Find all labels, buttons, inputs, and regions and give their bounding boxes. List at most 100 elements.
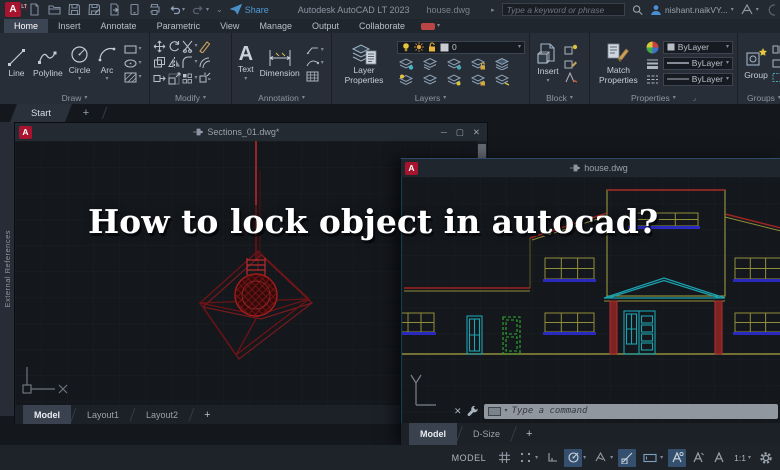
- redo-caret-icon[interactable]: ▾: [206, 7, 209, 13]
- offset-icon[interactable]: [198, 56, 211, 69]
- annotation-panel-label[interactable]: Annotation ▾: [232, 91, 331, 104]
- layer-walk-icon[interactable]: [495, 73, 510, 86]
- layer-make-current-icon[interactable]: [399, 74, 414, 86]
- explode-icon[interactable]: [198, 72, 211, 85]
- command-close-icon[interactable]: ✕: [454, 406, 462, 417]
- print-icon[interactable]: [148, 3, 161, 16]
- open-folder-icon[interactable]: [48, 3, 61, 16]
- new-drawing-tab-button[interactable]: +: [72, 104, 100, 122]
- pin-icon[interactable]: [570, 164, 581, 172]
- ellipse-tool[interactable]: ▾: [123, 58, 142, 69]
- search-input[interactable]: [501, 3, 625, 16]
- hatch-tool[interactable]: ▾: [124, 72, 142, 83]
- tab-view[interactable]: View: [210, 19, 249, 33]
- search-icon[interactable]: [632, 4, 643, 16]
- house-window-menu-badge[interactable]: A: [405, 161, 418, 175]
- sections-window-titlebar[interactable]: A Sections_01.dwg* ─ ▢ ✕: [15, 123, 487, 141]
- ribbon-display-toggle[interactable]: ▾: [421, 22, 440, 30]
- house-tab-model[interactable]: Model: [409, 423, 457, 445]
- ungroup-icon[interactable]: [772, 44, 780, 55]
- tab-start[interactable]: Start: [10, 104, 72, 122]
- sections-tab-layout2[interactable]: Layout2: [135, 405, 189, 424]
- insert-block-tool[interactable]: Insert ▾: [536, 42, 560, 84]
- sections-tab-model[interactable]: Model: [23, 405, 71, 424]
- properties-dialog-launcher-icon[interactable]: ⌟: [693, 94, 696, 102]
- ortho-toggle[interactable]: [543, 449, 561, 467]
- object-color-dropdown[interactable]: ByLayer ▾: [662, 40, 733, 54]
- tab-home[interactable]: Home: [4, 19, 49, 33]
- undo-caret-icon[interactable]: ▾: [182, 7, 185, 13]
- command-recent-caret-icon[interactable]: ▾: [505, 408, 508, 414]
- undo-icon[interactable]: [168, 3, 181, 16]
- export-icon[interactable]: [108, 3, 121, 16]
- command-customize-wrench-icon[interactable]: [467, 405, 479, 417]
- lineweight-icon[interactable]: [646, 58, 659, 69]
- groups-panel-label[interactable]: Groups ▾: [738, 91, 780, 104]
- house-tab-dsize[interactable]: D-Size: [462, 423, 511, 445]
- tab-insert[interactable]: Insert: [48, 19, 91, 33]
- mobile-doc-icon[interactable]: [128, 3, 141, 16]
- layer-thaw-sun-icon[interactable]: [414, 42, 424, 52]
- tab-manage[interactable]: Manage: [249, 19, 302, 33]
- properties-panel-label[interactable]: Properties ▾ ⌟: [590, 91, 737, 104]
- trim-tool[interactable]: ▾: [182, 40, 198, 53]
- array-tool[interactable]: ▾: [182, 72, 198, 85]
- user-account-button[interactable]: nishant.naikVY... ▾: [650, 4, 734, 16]
- dynamic-input-toggle[interactable]: ▾: [641, 449, 663, 467]
- erase-icon[interactable]: [198, 40, 211, 53]
- layer-on-bulb-icon[interactable]: [401, 42, 411, 52]
- external-references-palette-tab[interactable]: External References: [0, 122, 14, 416]
- linetype-dropdown[interactable]: ByLayer ▾: [662, 72, 733, 86]
- color-wheel-icon[interactable]: [646, 41, 659, 54]
- lineweight-dropdown[interactable]: ByLayer ▾: [662, 56, 733, 70]
- new-file-icon[interactable]: [28, 3, 41, 16]
- minimize-button[interactable]: ─: [441, 127, 447, 137]
- save-icon[interactable]: [68, 3, 81, 16]
- draw-panel-label[interactable]: Draw ▾: [0, 91, 149, 104]
- annotation-scale-button[interactable]: [710, 449, 728, 467]
- text-tool[interactable]: A Text ▾: [238, 44, 254, 81]
- save-as-icon[interactable]: [88, 3, 101, 16]
- linetype-icon[interactable]: [646, 74, 659, 85]
- layer-properties-tool[interactable]: Layer Properties: [338, 41, 390, 85]
- mirror-icon[interactable]: [168, 56, 181, 69]
- layer-lock-icon[interactable]: [471, 57, 486, 70]
- line-tool[interactable]: Line: [6, 47, 27, 78]
- house-new-layout-button[interactable]: +: [516, 423, 542, 445]
- table-tool[interactable]: [306, 71, 324, 82]
- isodraft-toggle[interactable]: ▾: [591, 449, 613, 467]
- snap-toggle[interactable]: ▾: [516, 449, 538, 467]
- close-button[interactable]: ✕: [473, 127, 480, 138]
- leader-tool[interactable]: ▾: [306, 45, 324, 55]
- layer-off-icon[interactable]: [447, 73, 462, 86]
- help-icon[interactable]: [766, 3, 775, 17]
- layer-unisolate-icon[interactable]: [423, 57, 438, 70]
- model-space-indicator[interactable]: MODEL: [452, 453, 487, 463]
- tab-output[interactable]: Output: [302, 19, 349, 33]
- layer-dropdown[interactable]: 0 ▾: [397, 40, 525, 54]
- match-properties-tool[interactable]: Match Properties: [596, 41, 641, 85]
- move-icon[interactable]: [153, 40, 166, 53]
- modify-panel-label[interactable]: Modify ▾: [150, 91, 231, 104]
- group-edit-icon[interactable]: [772, 58, 780, 69]
- qat-customize-icon[interactable]: ⌄: [216, 5, 223, 14]
- layer-unlock-icon[interactable]: [427, 42, 437, 52]
- multileader-tool[interactable]: ▾: [306, 58, 324, 68]
- scale-icon[interactable]: [168, 72, 181, 85]
- maximize-button[interactable]: ▢: [456, 127, 464, 138]
- annotation-autoscale-toggle[interactable]: [689, 449, 707, 467]
- copy-icon[interactable]: [153, 56, 166, 69]
- layer-isolate-icon[interactable]: [399, 57, 414, 70]
- customization-button[interactable]: [757, 449, 775, 467]
- edit-block-icon[interactable]: [564, 58, 578, 69]
- search-category-arrow-icon[interactable]: ▸: [491, 6, 495, 14]
- redo-icon[interactable]: [192, 3, 205, 16]
- block-attribute-icon[interactable]: [564, 71, 578, 83]
- sections-new-layout-button[interactable]: +: [194, 405, 220, 424]
- layer-unlock-tool-icon[interactable]: [471, 73, 486, 86]
- command-input-field[interactable]: ▾: [483, 403, 778, 419]
- layer-color-swatch[interactable]: [440, 43, 449, 52]
- rectangle-tool[interactable]: ▾: [123, 44, 142, 55]
- polar-tracking-toggle[interactable]: ▾: [564, 448, 586, 467]
- share-button[interactable]: Share: [229, 4, 269, 15]
